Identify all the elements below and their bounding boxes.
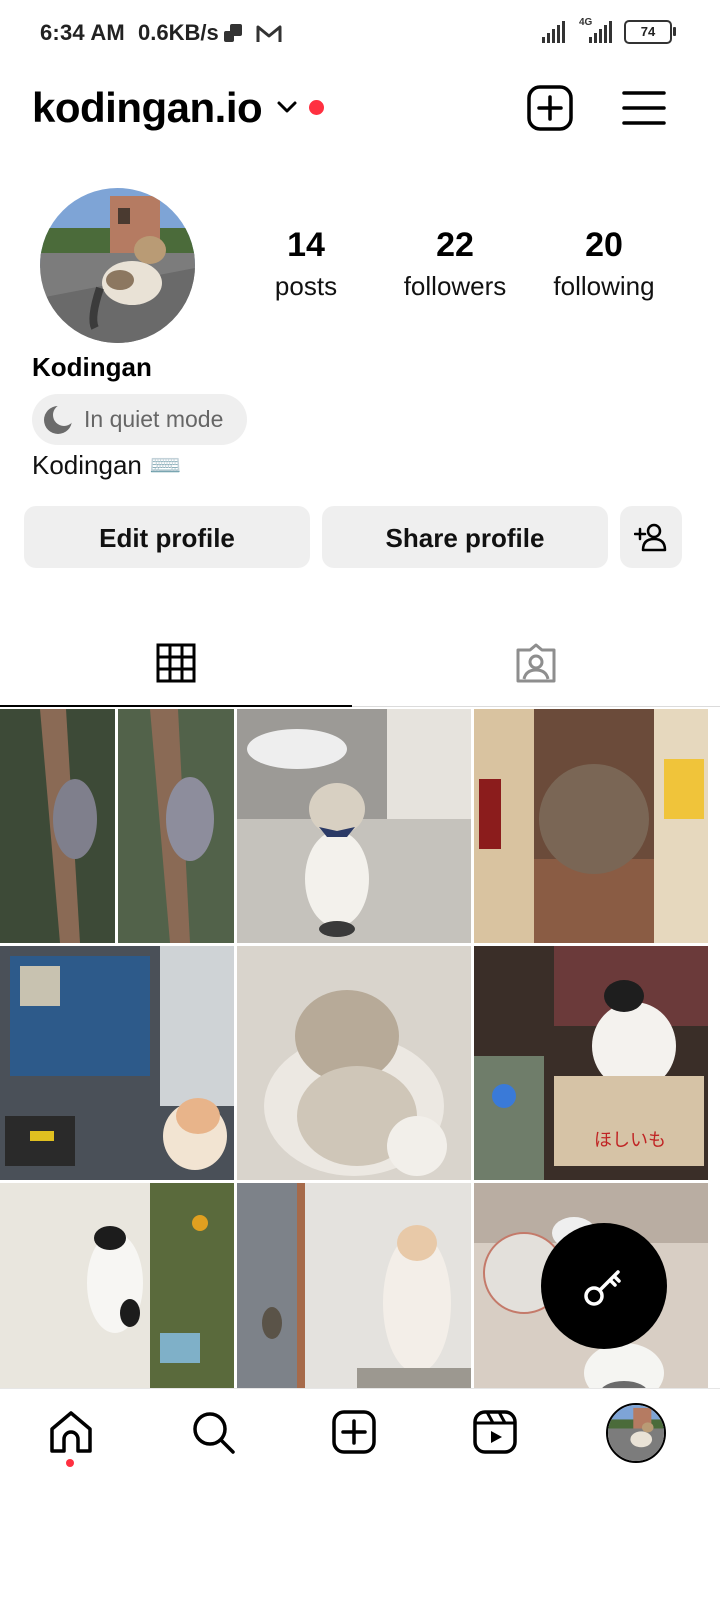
nav-reels[interactable] (470, 1407, 520, 1457)
menu-icon[interactable] (620, 84, 668, 132)
posts-count[interactable]: 14 posts (236, 226, 376, 302)
nav-home[interactable] (46, 1407, 96, 1457)
display-name: Kodingan (32, 352, 152, 382)
add-person-icon (634, 523, 667, 552)
active-tab-indicator (0, 705, 352, 707)
post-thumbnail[interactable] (0, 946, 234, 1180)
posts-number: 14 (287, 226, 325, 264)
post-thumbnail[interactable] (474, 709, 708, 943)
home-icon (50, 1411, 92, 1453)
status-network-speed: 0.6KB/s (138, 20, 219, 45)
tagged-icon (516, 643, 556, 683)
status-bar: 6:34 AM 0.6KB/s 4G 74 (0, 0, 720, 68)
followers-count[interactable]: 22 followers (385, 226, 525, 302)
quiet-mode-badge[interactable]: In quiet mode (32, 394, 247, 445)
following-label: following (553, 271, 655, 301)
gmail-icon (256, 25, 282, 42)
following-count[interactable]: 20 following (534, 226, 674, 302)
profile-bio: Kodingan ⌨️ (32, 450, 182, 480)
profile-header: kodingan.io (32, 78, 692, 140)
signal-icon (542, 21, 565, 43)
edit-profile-button[interactable]: Edit profile (24, 506, 310, 568)
grid-icon (156, 643, 196, 683)
post-thumbnail[interactable] (237, 946, 471, 1180)
bottom-navigation (0, 1388, 720, 1479)
discover-people-button[interactable] (620, 506, 682, 568)
new-post-icon[interactable] (526, 84, 574, 132)
moon-icon (44, 403, 74, 434)
key-icon (584, 1270, 621, 1306)
key-fab-button[interactable] (541, 1223, 667, 1349)
post-thumbnail[interactable] (0, 1183, 234, 1389)
svg-text:ほしいも: ほしいも (594, 1130, 666, 1151)
create-icon (332, 1410, 376, 1454)
home-notification-dot (66, 1459, 74, 1467)
network-type: 4G (579, 17, 593, 28)
post-thumbnail[interactable] (237, 1183, 471, 1389)
quiet-mode-label: In quiet mode (84, 406, 224, 432)
reels-icon (473, 1410, 517, 1454)
post-thumbnail[interactable] (0, 709, 234, 943)
username-switcher[interactable]: kodingan.io (32, 84, 263, 132)
post-thumbnail[interactable]: ほしいも (474, 946, 708, 1180)
status-indicators: 4G 74 (542, 17, 676, 44)
notification-icon (224, 24, 242, 42)
search-icon (193, 1412, 235, 1454)
followers-number: 22 (436, 226, 474, 264)
tab-posts-grid[interactable] (0, 620, 352, 706)
profile-tabs (0, 620, 720, 707)
nav-profile-avatar[interactable] (606, 1403, 666, 1463)
nav-search[interactable] (188, 1407, 238, 1457)
tab-tagged[interactable] (352, 620, 720, 706)
notification-dot (309, 100, 324, 115)
followers-label: followers (403, 271, 507, 301)
chevron-down-icon[interactable] (276, 96, 298, 118)
following-number: 20 (585, 226, 623, 264)
nav-create[interactable] (329, 1407, 379, 1457)
posts-label: posts (274, 271, 338, 301)
share-profile-button[interactable]: Share profile (322, 506, 608, 568)
signal-4g-icon: 4G (577, 17, 612, 43)
status-time: 6:34 AM (40, 20, 125, 45)
profile-avatar[interactable] (40, 188, 195, 343)
post-thumbnail[interactable] (237, 709, 471, 943)
battery-icon: 74 (624, 20, 676, 44)
